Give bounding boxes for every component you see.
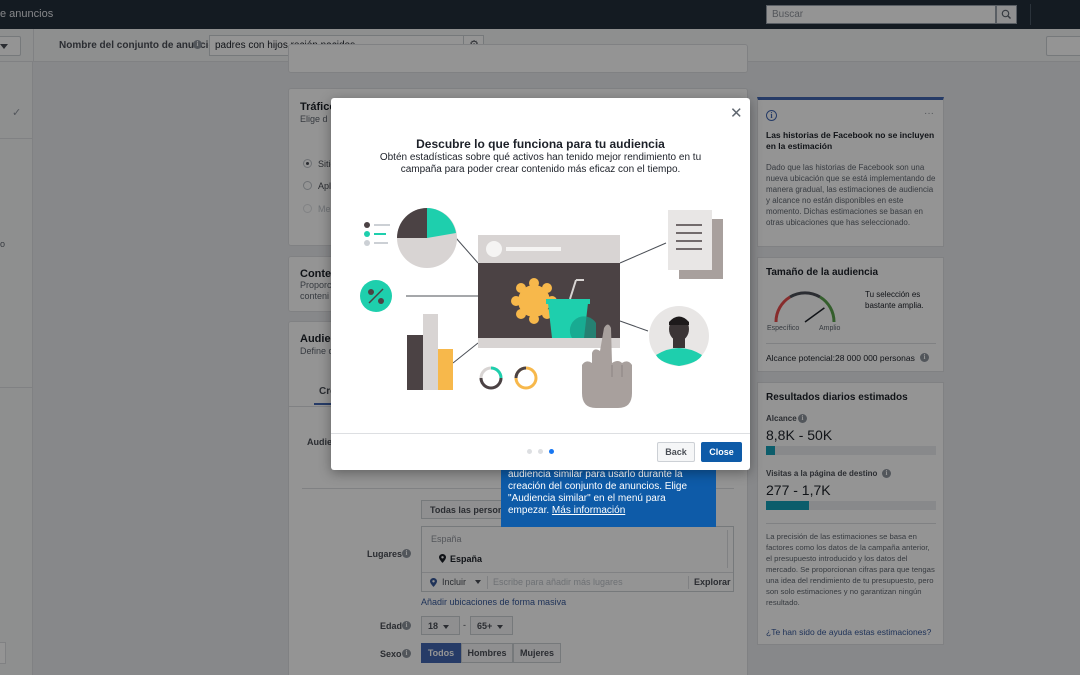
legend-list-icon (364, 222, 390, 246)
percent-badge-icon (360, 280, 392, 312)
document-icon (668, 210, 723, 279)
person-avatar-icon (649, 306, 709, 366)
close-button[interactable]: Close (701, 442, 742, 462)
browser-window-icon (478, 235, 620, 348)
modal-description: Obtén estadísticas sobre qué activos han… (379, 152, 702, 175)
pie-chart-icon (397, 208, 457, 268)
ring-chart-icons (479, 366, 538, 390)
bar-chart-icon (407, 314, 453, 390)
close-icon[interactable]: ✕ (730, 106, 743, 121)
page-dot-3[interactable] (549, 449, 554, 454)
modal-title: Descubre lo que funciona para tu audienc… (416, 137, 665, 151)
insights-illustration (360, 208, 723, 408)
tooltip-more-info-link[interactable]: Más información (552, 505, 625, 516)
insights-modal: ✕ Descubre lo que funciona para tu audie… (331, 98, 750, 470)
lookalike-tooltip: audiencia similar para usarlo durante la… (501, 463, 716, 527)
modal-footer-divider (331, 433, 750, 434)
back-button[interactable]: Back (657, 442, 695, 462)
page-dot-1[interactable] (527, 449, 532, 454)
page-dot-2[interactable] (538, 449, 543, 454)
